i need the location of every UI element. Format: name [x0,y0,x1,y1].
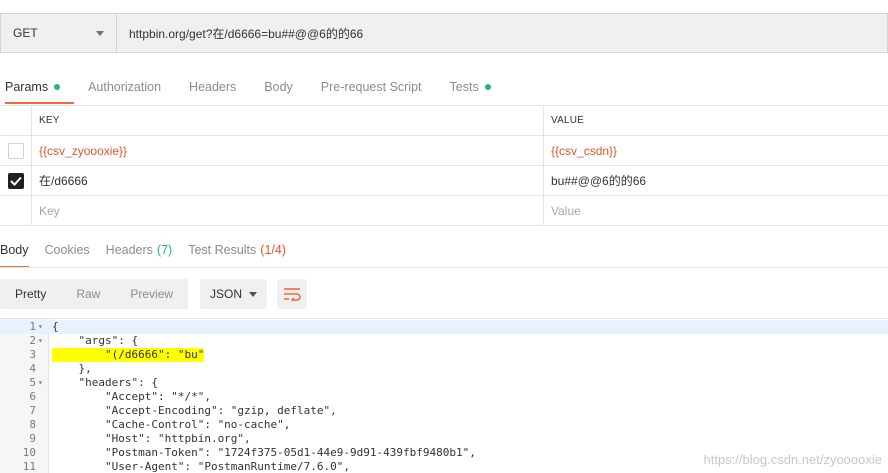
code-text: "Postman-Token": "1724f375-05d1-44e9-9d9… [52,446,476,459]
tab-response-headers[interactable]: Headers (7) [106,238,173,262]
param-row: 在/d6666 bu##@@6的的66 [0,166,888,196]
active-dot-icon [54,84,61,90]
code-line: 6 "Accept": "*/*", [0,390,888,404]
code-line: 3 "(/d6666": "bu" [0,348,888,362]
tab-tests[interactable]: Tests [450,74,491,100]
key-column-header: KEY [32,106,544,135]
line-number: 8 [29,418,36,431]
tab-label: Authorization [88,80,162,94]
code-line: 2 ▾ "args": { [0,334,888,348]
code-line: 7 "Accept-Encoding": "gzip, deflate", [0,404,888,418]
new-value-input[interactable]: Value [544,196,888,225]
value-column-header: VALUE [551,115,585,126]
tab-test-results[interactable]: Test Results (1/4) [188,238,286,262]
tab-label: Headers [189,80,237,94]
code-text: "Accept-Encoding": "gzip, deflate", [52,404,337,417]
tab-body[interactable]: Body [264,74,293,100]
line-number: 6 [29,390,36,403]
code-line: 9 "Host": "httpbin.org", [0,432,888,446]
watermark: https://blog.csdn.net/zyooooxie [703,452,882,467]
tab-label: Body [264,80,293,94]
request-tabs: Params Authorization Headers Body Pre-re… [0,74,519,104]
param-value[interactable]: {{csv_csdn}} [544,136,888,165]
line-number: 9 [29,432,36,445]
line-number: 3 [29,348,36,361]
tab-cookies[interactable]: Cookies [45,238,90,262]
param-key[interactable]: 在/d6666 [32,166,544,195]
tab-label: Test Results [188,243,257,257]
fold-arrow-icon[interactable]: ▾ [38,334,48,348]
response-code-view[interactable]: 1 ▾{2 ▾ "args": {3 "(/d6666": "bu" 4 }, 5 ▾ "… [0,318,888,473]
line-number: 10 [22,446,36,459]
method-label: GET [13,26,38,40]
divider [0,267,888,268]
param-checkbox[interactable] [7,142,24,159]
wrap-lines-button[interactable] [277,279,308,309]
tab-headers[interactable]: Headers [189,74,236,100]
response-toolbar: Pretty Raw Preview JSON [0,279,308,309]
tab-authorization[interactable]: Authorization [88,74,161,100]
tab-pre-request-script[interactable]: Pre-request Script [321,74,422,100]
url-text: httpbin.org/get?在/d6666=bu##@@6的的66 [129,26,364,41]
param-row-new: Key Value [0,196,888,226]
code-line: 1 ▾ { [0,320,888,334]
code-line: 5 ▾ "headers": { [0,376,888,390]
headers-count: (7) [156,243,173,257]
checkbox-column-header [0,106,32,135]
view-mode-switch: Pretty Raw Preview [0,279,189,309]
code-line: 4 }, [0,362,888,376]
tab-label: Pre-request Script [320,80,422,94]
chevron-down-icon [249,291,258,297]
code-line: 8 "Cache-Control": "no-cache", [0,418,888,432]
fold-arrow-icon[interactable]: ▾ [38,320,48,334]
code-text: "Cache-Control": "no-cache", [52,418,291,431]
request-bar: GET httpbin.org/get?在/d6666=bu##@@6的的66 [0,13,888,53]
line-number: 5 [29,376,36,389]
line-number: 2 [29,334,36,347]
param-row: {{csv_zyoooxie}} {{csv_csdn}} [0,136,888,166]
checkbox-cell [0,166,32,195]
tab-label: Cookies [44,243,90,257]
code-text: "(/d6666": "bu" [52,348,205,362]
url-input[interactable]: httpbin.org/get?在/d6666=bu##@@6的的66 [117,13,888,53]
active-dot-icon [484,84,491,90]
tab-response-body[interactable]: Body [0,238,29,268]
line-number: 7 [29,404,36,417]
view-raw-button[interactable]: Raw [61,279,115,309]
tab-params[interactable]: Params [5,74,75,104]
format-select[interactable]: JSON [200,279,268,309]
tab-label: Body [0,243,29,257]
method-select[interactable]: GET [0,13,117,53]
tab-label: Params [5,80,49,94]
tab-label: Tests [449,80,479,94]
line-number: 1 [29,320,36,333]
code-text: }, [52,362,92,375]
wrap-icon [284,288,301,301]
code-text: { [52,320,59,333]
code-text: "headers": { [52,376,158,389]
test-results-count: (1/4) [260,243,286,257]
param-key[interactable]: {{csv_zyoooxie}} [32,136,544,165]
param-value[interactable]: bu##@@6的的66 [544,166,888,195]
code-text: "User-Agent": "PostmanRuntime/7.6.0", [52,460,351,473]
checkbox-cell [0,196,32,225]
format-label: JSON [210,287,243,301]
line-number: 11 [22,460,36,473]
line-number: 4 [29,362,36,375]
params-header-row: KEY VALUE [0,106,888,136]
checkbox-cell [0,136,32,165]
view-pretty-button[interactable]: Pretty [0,279,61,309]
check-icon [9,176,22,186]
code-text: "Accept": "*/*", [52,390,211,403]
view-preview-button[interactable]: Preview [115,279,188,309]
code-text: "args": { [52,334,139,347]
response-tabs: Body Cookies Headers (7) Test Results (1/4… [0,238,302,268]
new-key-input[interactable]: Key [32,196,544,225]
code-text: "Host": "httpbin.org", [52,432,251,445]
tab-label: Headers [105,243,153,257]
fold-arrow-icon[interactable]: ▾ [38,376,48,390]
params-table: KEY VALUE {{csv_zyoooxie}} {{csv_csdn}} … [0,105,888,226]
param-checkbox[interactable] [7,172,24,189]
chevron-down-icon [96,30,104,36]
